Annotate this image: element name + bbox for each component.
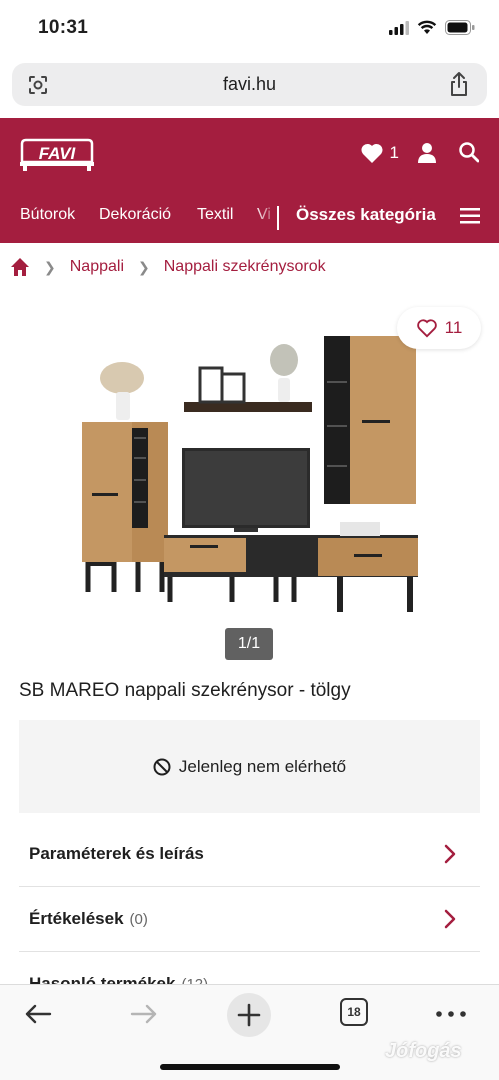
product-wishlist-count: 11 <box>444 318 463 337</box>
accordion-label-text: Paraméterek és leírás <box>29 844 204 863</box>
wishlist-count[interactable]: 1 <box>390 143 399 163</box>
plus-icon <box>237 1003 261 1027</box>
all-categories-link[interactable]: Összes kategória <box>296 205 436 225</box>
accordion-label: Értékelések (0) <box>29 909 148 929</box>
logo-text: FAVI <box>39 144 77 163</box>
product-title: SB MAREO nappali szekrénysor - tölgy <box>19 680 351 701</box>
category-divider <box>277 206 279 230</box>
more-icon[interactable] <box>436 1011 466 1017</box>
wifi-icon <box>417 20 437 34</box>
category-item[interactable]: Textil <box>197 206 233 224</box>
home-indicator <box>160 1064 340 1070</box>
availability-box: Jelenleg nem elérhető <box>19 720 480 813</box>
heart-outline-icon <box>416 319 437 338</box>
status-icons <box>389 20 475 35</box>
home-icon[interactable] <box>10 257 30 277</box>
availability-text: Jelenleg nem elérhető <box>178 756 347 776</box>
status-time: 10:31 <box>38 17 89 38</box>
battery-icon <box>445 20 475 35</box>
breadcrumb: ❯ Nappali ❯ Nappali szekrénysorok <box>10 256 326 278</box>
forward-icon[interactable] <box>130 1003 158 1025</box>
status-bar: 10:31 <box>0 0 499 60</box>
header-actions: 1 <box>360 142 479 164</box>
share-icon[interactable] <box>447 71 471 97</box>
heart-icon[interactable] <box>360 142 384 164</box>
product-wishlist-button[interactable]: 11 <box>397 307 481 349</box>
block-icon <box>153 758 171 775</box>
signal-icon <box>389 20 409 35</box>
menu-icon[interactable] <box>460 208 480 224</box>
breadcrumb-link[interactable]: Nappali szekrénysorok <box>164 258 326 276</box>
accordion-count: (0) <box>129 911 148 928</box>
watermark: Jófogás <box>385 1040 462 1062</box>
chevron-right-icon <box>444 844 456 864</box>
accordion-label-text: Értékelések <box>29 909 124 928</box>
accordion-parameters[interactable]: Paraméterek és leírás <box>19 822 480 887</box>
category-fade <box>255 200 279 230</box>
breadcrumb-link[interactable]: Nappali <box>70 258 124 276</box>
gallery-counter: 1/1 <box>225 628 273 660</box>
favi-logo[interactable]: FAVI <box>19 138 95 172</box>
search-icon[interactable] <box>459 142 479 164</box>
tabs-button[interactable]: 18 <box>340 998 368 1026</box>
accordion-label: Paraméterek és leírás <box>29 844 210 864</box>
address-bar[interactable]: favi.hu <box>12 63 487 106</box>
category-item[interactable]: Dekoráció <box>99 206 171 224</box>
accordion-reviews[interactable]: Értékelések (0) <box>19 887 480 952</box>
category-item[interactable]: Bútorok <box>20 206 75 224</box>
chevron-right-icon: ❯ <box>138 258 150 275</box>
new-tab-button[interactable] <box>227 993 271 1037</box>
product-image[interactable] <box>72 330 432 620</box>
chevron-right-icon <box>444 909 456 929</box>
chevron-right-icon: ❯ <box>44 258 56 275</box>
url-text[interactable]: favi.hu <box>12 74 487 95</box>
back-icon[interactable] <box>24 1003 52 1025</box>
user-icon[interactable] <box>417 142 437 164</box>
